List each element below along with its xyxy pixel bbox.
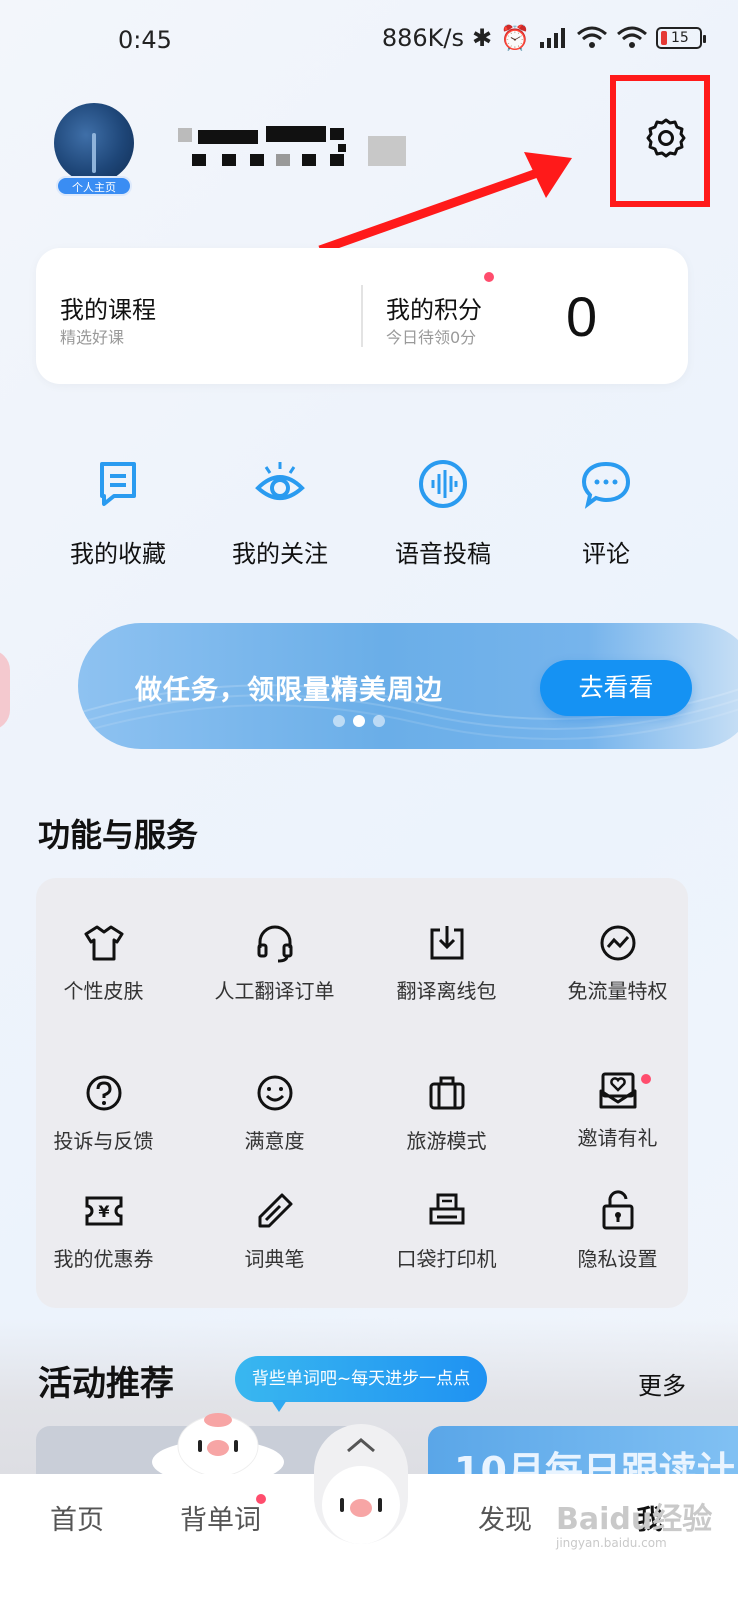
service-privacy[interactable]: 隐私设置 bbox=[536, 1190, 699, 1274]
battery-icon: 15 bbox=[656, 27, 706, 49]
watermark-brand: Baidu经验 bbox=[556, 1502, 713, 1537]
svg-text:¥: ¥ bbox=[98, 1202, 109, 1221]
printer-icon bbox=[429, 1193, 464, 1225]
vocabulary-notification-dot bbox=[256, 1494, 266, 1504]
points-value[interactable]: 0 bbox=[566, 284, 597, 349]
service-label: 免流量特权 bbox=[567, 979, 668, 1003]
my-courses-title[interactable]: 我的课程 bbox=[60, 290, 156, 325]
my-points-title[interactable]: 我的积分 bbox=[386, 290, 482, 325]
service-skin[interactable]: 个性皮肤 bbox=[22, 922, 185, 1006]
smile-icon bbox=[257, 1075, 292, 1111]
invite-notification-dot bbox=[641, 1074, 651, 1084]
shirt-icon bbox=[84, 925, 123, 961]
headset-icon bbox=[257, 925, 292, 963]
my-courses-subtitle: 精选好课 bbox=[60, 328, 125, 347]
battery-level: 15 bbox=[671, 30, 689, 46]
eye-icon bbox=[255, 462, 305, 500]
tab-home[interactable]: 首页 bbox=[50, 1498, 104, 1537]
tab-discover[interactable]: 发现 bbox=[478, 1498, 532, 1537]
gear-icon[interactable] bbox=[645, 117, 687, 159]
service-label: 投诉与反馈 bbox=[53, 1129, 154, 1153]
comment-icon bbox=[581, 461, 631, 509]
wifi-icon bbox=[577, 26, 607, 48]
voice-icon bbox=[419, 460, 467, 508]
service-label: 满意度 bbox=[244, 1129, 305, 1153]
download-icon bbox=[430, 926, 463, 960]
service-dictionary-pen[interactable]: 词典笔 bbox=[193, 1190, 356, 1274]
service-label: 隐私设置 bbox=[577, 1247, 658, 1271]
quick-action-following[interactable]: 我的关注 bbox=[210, 458, 350, 569]
watermark: Baidu经验 jingyan.baidu.com bbox=[556, 1494, 712, 1550]
avatar[interactable] bbox=[54, 103, 134, 183]
tab-vocabulary[interactable]: 背单词 bbox=[180, 1498, 261, 1537]
service-label: 词典笔 bbox=[244, 1247, 305, 1271]
points-notification-dot bbox=[484, 272, 494, 282]
service-translation-order[interactable]: 人工翻译订单 bbox=[193, 922, 356, 1006]
coupon-icon: ¥ bbox=[85, 1196, 122, 1226]
chevron-up-icon bbox=[347, 1438, 375, 1453]
quick-action-voice[interactable]: 语音投稿 bbox=[373, 458, 513, 569]
bluetooth-icon: ✱ bbox=[472, 24, 493, 52]
quick-action-label: 语音投稿 bbox=[395, 540, 491, 568]
mascot-tip-bubble: 背些单词吧~每天进步一点点 bbox=[235, 1356, 487, 1412]
suitcase-icon bbox=[429, 1076, 464, 1110]
activity-more-link[interactable]: 更多 bbox=[638, 1366, 686, 1401]
quick-action-label: 评论 bbox=[582, 540, 630, 568]
service-label: 翻译离线包 bbox=[396, 979, 497, 1003]
service-travel-mode[interactable]: 旅游模式 bbox=[365, 1072, 528, 1156]
quick-action-label: 我的收藏 bbox=[70, 540, 166, 568]
quick-action-favorites[interactable]: 我的收藏 bbox=[48, 458, 188, 569]
status-icons: 886K/s ✱ ⏰ 15 bbox=[381, 24, 706, 52]
service-satisfaction[interactable]: 满意度 bbox=[193, 1072, 356, 1156]
lock-icon bbox=[602, 1190, 633, 1230]
service-label: 我的优惠券 bbox=[53, 1247, 154, 1271]
service-coupons[interactable]: ¥ 我的优惠券 bbox=[22, 1190, 185, 1274]
banner-go-button[interactable]: 去看看 bbox=[540, 660, 692, 716]
service-label: 邀请有礼 bbox=[577, 1126, 658, 1150]
service-free-data[interactable]: 免流量特权 bbox=[536, 922, 699, 1006]
signal-icon bbox=[540, 28, 565, 48]
service-label: 旅游模式 bbox=[406, 1129, 487, 1153]
envelope-heart-icon bbox=[599, 1072, 636, 1109]
service-feedback[interactable]: 投诉与反馈 bbox=[22, 1072, 185, 1156]
home-badge[interactable]: 个人主页 bbox=[56, 176, 132, 196]
banner-dot bbox=[333, 715, 345, 727]
watermark-url: jingyan.baidu.com bbox=[556, 1536, 667, 1550]
services-title: 功能与服务 bbox=[38, 816, 199, 854]
alarm-icon: ⏰ bbox=[500, 24, 530, 52]
quick-action-label: 我的关注 bbox=[232, 540, 328, 568]
banner-pagination bbox=[333, 715, 385, 727]
service-invite[interactable]: 邀请有礼 bbox=[536, 1069, 699, 1153]
card-divider bbox=[361, 285, 363, 347]
service-label: 个性皮肤 bbox=[63, 979, 144, 1003]
activity-title: 活动推荐 bbox=[38, 1364, 174, 1404]
banner-text: 做任务，领限量精美周边 bbox=[135, 675, 443, 706]
bookmark-icon bbox=[100, 462, 136, 506]
floating-edge bbox=[0, 650, 10, 730]
service-label: 人工翻译订单 bbox=[214, 979, 335, 1003]
status-time: 0:45 bbox=[118, 26, 172, 54]
pen-icon bbox=[258, 1193, 292, 1228]
service-offline-pack[interactable]: 翻译离线包 bbox=[365, 922, 528, 1006]
banner-dot bbox=[373, 715, 385, 727]
network-speed: 886K/s bbox=[381, 24, 464, 52]
quick-action-comments[interactable]: 评论 bbox=[536, 458, 676, 569]
service-pocket-printer[interactable]: 口袋打印机 bbox=[365, 1190, 528, 1274]
question-icon bbox=[86, 1075, 121, 1111]
pig-mascot-icon[interactable] bbox=[320, 1464, 402, 1546]
wave-icon bbox=[600, 925, 635, 961]
service-label: 口袋打印机 bbox=[396, 1247, 497, 1271]
my-points-subtitle: 今日待领0分 bbox=[386, 328, 477, 347]
annotation-arrow bbox=[318, 152, 572, 255]
banner-dot-active bbox=[353, 715, 365, 727]
wifi-icon-2 bbox=[617, 26, 647, 48]
